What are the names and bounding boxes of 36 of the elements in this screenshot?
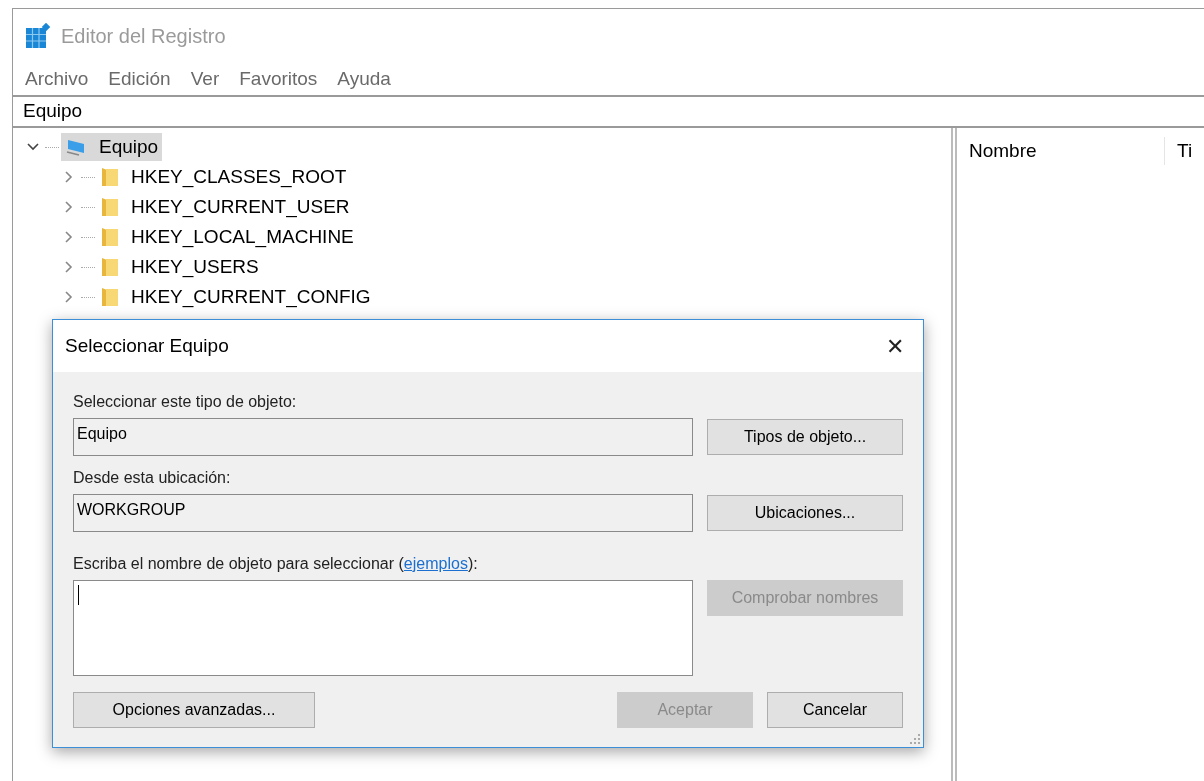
dialog-button[interactable]: Cancelar [767,692,903,728]
dialog-button[interactable]: Ubicaciones... [707,495,903,531]
examples-link[interactable]: ejemplos [403,555,468,572]
folder-icon [101,167,119,187]
menu-item[interactable]: Edición [108,64,171,94]
dialog-button[interactable]: Tipos de objeto... [707,419,903,455]
tree-item[interactable]: Equipo [61,133,163,161]
menu-item[interactable]: Ayuda [337,64,391,94]
column-header[interactable]: Ti [1165,136,1193,166]
menu-item[interactable]: Archivo [25,64,89,94]
dialog-button[interactable]: Opciones avanzadas... [73,692,315,728]
tree-item[interactable]: HKEY_CLASSES_ROOT [97,163,351,191]
menu-item[interactable]: Favoritos [239,64,318,94]
tree-item[interactable]: HKEY_LOCAL_MACHINE [97,223,358,251]
column-header[interactable]: Nombre [957,136,1165,166]
folder-icon [101,197,119,217]
resize-grip-icon [909,733,921,745]
address-bar[interactable]: Equipo [13,95,1204,128]
object-name-field[interactable] [73,580,693,676]
tree-item[interactable]: HKEY_CURRENT_CONFIG [97,283,375,311]
dialog-title: Seleccionar Equipo [65,333,229,358]
location-field: WORKGROUP [73,494,693,532]
window-title: Editor del Registro [61,24,226,49]
computer-icon [65,138,87,156]
folder-icon [101,227,119,247]
field-label: Seleccionar este tipo de objeto: [73,392,298,412]
folder-icon [101,287,119,307]
field-label: Desde esta ubicación: [73,468,232,488]
field-label: Escriba el nombre de objeto para seleccionar (ejemplos): [73,554,479,574]
menu-item[interactable]: Ver [190,64,220,94]
folder-icon [101,257,119,277]
object-type-field: Equipo [73,418,693,456]
close-button[interactable]: ✕ [877,328,913,364]
tree-item[interactable]: HKEY_CURRENT_USER [97,193,354,221]
registry-icon [25,23,51,49]
tree-item[interactable]: HKEY_USERS [97,253,263,281]
